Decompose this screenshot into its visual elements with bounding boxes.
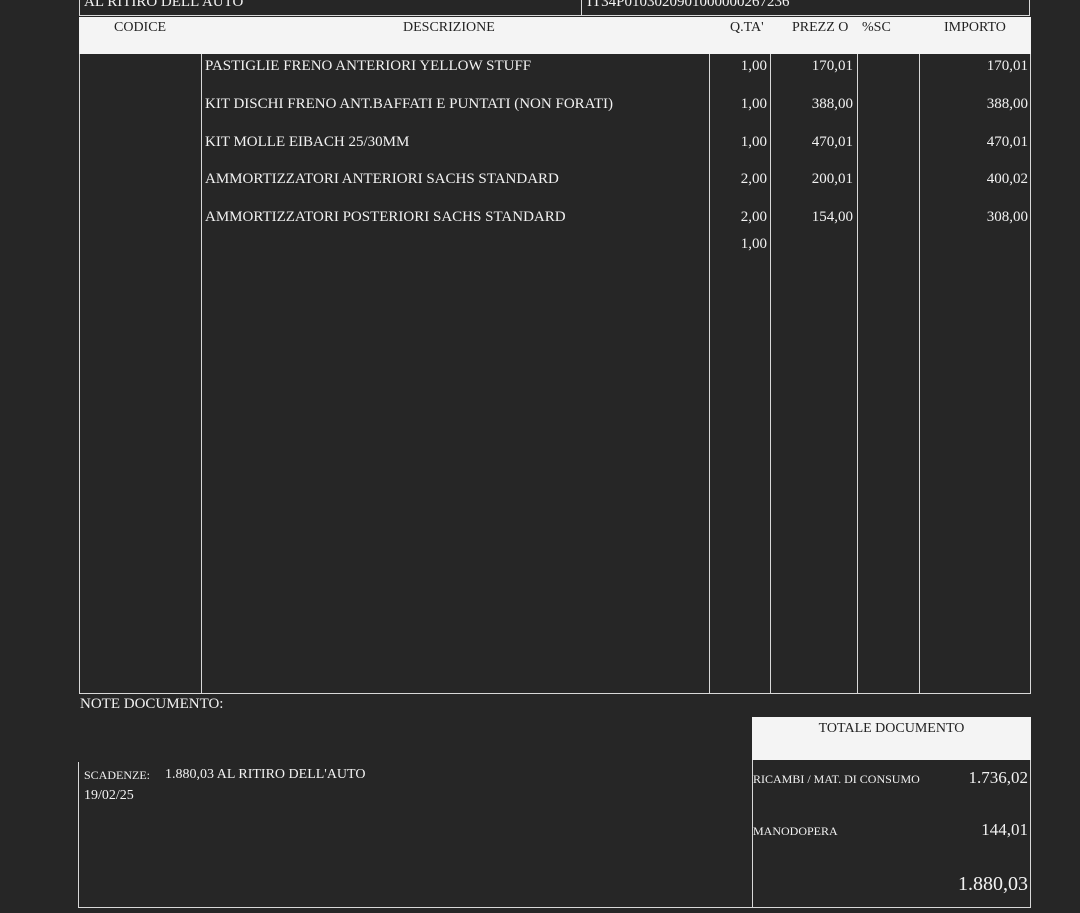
row-qty: 1,00	[740, 96, 767, 112]
row-price: 200,01	[811, 171, 853, 187]
col-descrizione: DESCRIZIONE	[403, 20, 495, 35]
total-value: 1.880,03	[958, 873, 1028, 895]
row-qty: 1,00	[740, 58, 767, 74]
row-qty: 1,00	[740, 134, 767, 150]
row-price: 154,00	[811, 209, 853, 225]
col-divider	[709, 54, 710, 694]
col-prezzo: PREZZ O	[792, 20, 849, 35]
row-description: AMMORTIZZATORI ANTERIORI SACHS STANDARD	[205, 171, 559, 187]
table-header: CODICE DESCRIZIONE Q.TA' PREZZ O %SC IMP…	[79, 17, 1031, 54]
scadenze-box	[78, 762, 753, 908]
row-amount: 170,01	[986, 58, 1028, 74]
ricambi-label: RICAMBI / MAT. DI CONSUMO	[753, 772, 920, 786]
scadenze-value: 1.880,03 AL RITIRO DELL'AUTO	[165, 767, 366, 782]
row-amount: 388,00	[986, 96, 1028, 112]
manodopera-value: 144,01	[981, 820, 1028, 839]
iban-text: IT34P0103020901000000267236	[587, 0, 790, 10]
payment-terms-text: AL RITIRO DELL'AUTO	[84, 0, 244, 10]
row-price: 388,00	[811, 96, 853, 112]
note-label: NOTE DOCUMENTO:	[80, 696, 224, 712]
col-sconto: %SC	[862, 20, 891, 35]
scadenze-date: 19/02/25	[84, 788, 134, 803]
totals-header: TOTALE DOCUMENTO	[752, 717, 1031, 760]
top-divider	[581, 0, 582, 16]
scadenze-label: SCADENZE:	[84, 768, 150, 782]
row-qty: 1,00	[740, 236, 767, 252]
col-divider	[201, 54, 202, 694]
row-description: PASTIGLIE FRENO ANTERIORI YELLOW STUFF	[205, 58, 532, 74]
row-amount: 470,01	[986, 134, 1028, 150]
row-description: KIT DISCHI FRENO ANT.BAFFATI E PUNTATI (…	[205, 96, 613, 112]
col-divider	[919, 54, 920, 694]
row-price: 170,01	[811, 58, 853, 74]
col-divider	[770, 54, 771, 694]
col-qta: Q.TA'	[730, 20, 764, 35]
col-codice: CODICE	[114, 20, 167, 35]
row-amount: 308,00	[986, 209, 1028, 225]
manodopera-label: MANODOPERA	[753, 824, 838, 838]
row-qty: 2,00	[740, 209, 767, 225]
row-price: 470,01	[811, 134, 853, 150]
row-amount: 400,02	[986, 171, 1028, 187]
row-qty: 2,00	[740, 171, 767, 187]
col-importo: IMPORTO	[944, 20, 1006, 35]
ricambi-value: 1.736,02	[968, 768, 1029, 787]
row-description: AMMORTIZZATORI POSTERIORI SACHS STANDARD	[205, 209, 566, 225]
totals-title: TOTALE DOCUMENTO	[818, 721, 965, 736]
row-description: KIT MOLLE EIBACH 25/30MM	[205, 134, 410, 150]
col-divider	[857, 54, 858, 694]
